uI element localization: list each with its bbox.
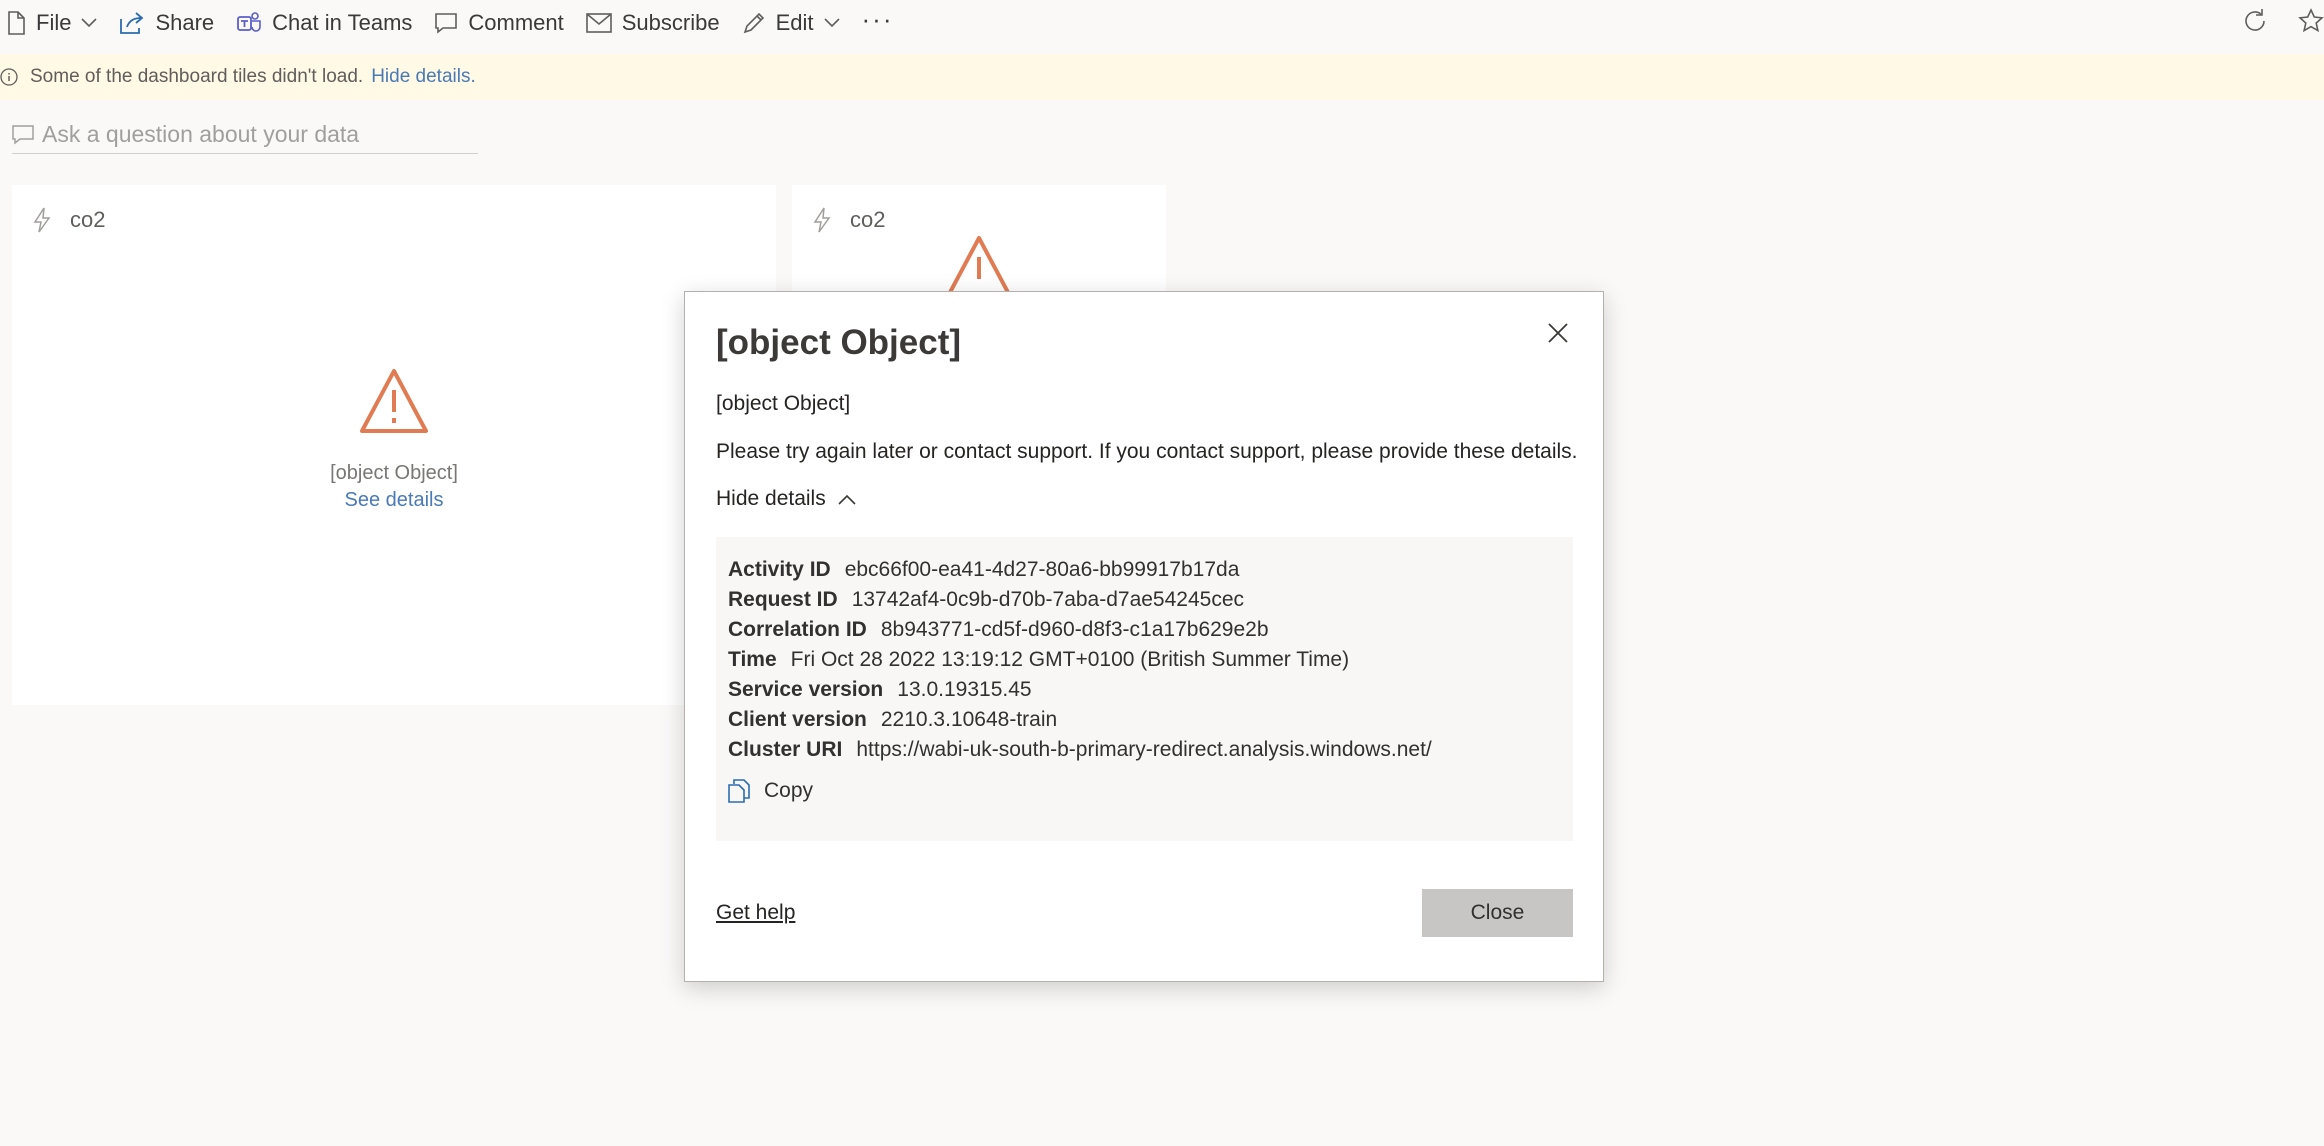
- error-dialog: [object Object] [object Object] Please t…: [684, 291, 1604, 982]
- close-button[interactable]: Close: [1422, 889, 1573, 937]
- detail-key: Correlation ID: [728, 618, 867, 641]
- copy-icon: [728, 779, 750, 803]
- dialog-subtitle: [object Object]: [716, 392, 851, 415]
- detail-value: https://wabi-uk-south-b-primary-redirect…: [856, 738, 1432, 761]
- copy-button[interactable]: Copy: [728, 779, 1561, 803]
- chevron-up-icon: [838, 494, 856, 505]
- detail-value: 13.0.19315.45: [897, 678, 1032, 701]
- detail-value: 13742af4-0c9b-d70b-7aba-d7ae54245cec: [851, 588, 1245, 611]
- detail-row: Service version 13.0.19315.45: [728, 675, 1561, 705]
- detail-key: Cluster URI: [728, 738, 843, 761]
- detail-row: Client version 2210.3.10648-train: [728, 705, 1561, 735]
- detail-row: Request ID 13742af4-0c9b-d70b-7aba-d7ae54…: [728, 585, 1561, 615]
- detail-key: Client version: [728, 708, 867, 731]
- details-panel: Activity ID ebc66f00-ea41-4d27-80a6-bb999…: [716, 537, 1573, 841]
- detail-key: Service version: [728, 678, 884, 701]
- detail-row: Time Fri Oct 28 2022 13:19:12 GMT+0100 (B…: [728, 645, 1561, 675]
- detail-row: Correlation ID 8b943771-cd5f-d960-d8f3-c1…: [728, 615, 1561, 645]
- detail-row: Activity ID ebc66f00-ea41-4d27-80a6-bb999…: [728, 555, 1561, 585]
- hide-details-toggle[interactable]: Hide details: [716, 487, 856, 511]
- detail-row: Cluster URI https://wabi-uk-south-b-prima…: [728, 735, 1561, 765]
- dialog-overlay: [object Object] [object Object] Please t…: [0, 0, 2324, 1146]
- get-help-link[interactable]: Get help: [716, 901, 795, 925]
- detail-key: Time: [728, 648, 777, 671]
- detail-value: 2210.3.10648-train: [880, 708, 1058, 731]
- detail-value: 8b943771-cd5f-d960-d8f3-c1a17b629e2b: [880, 618, 1269, 641]
- copy-label: Copy: [764, 779, 814, 802]
- detail-value: Fri Oct 28 2022 13:19:12 GMT+0100 (Briti…: [790, 648, 1350, 671]
- detail-key: Activity ID: [728, 558, 831, 581]
- detail-value: ebc66f00-ea41-4d27-80a6-bb99917b17da: [844, 558, 1240, 581]
- dialog-message: Please try again later or contact suppor…: [716, 440, 1578, 463]
- hide-details-label: Hide details: [716, 487, 826, 510]
- dialog-title: [object Object]: [716, 323, 962, 362]
- close-icon[interactable]: [1547, 322, 1569, 344]
- detail-key: Request ID: [728, 588, 838, 611]
